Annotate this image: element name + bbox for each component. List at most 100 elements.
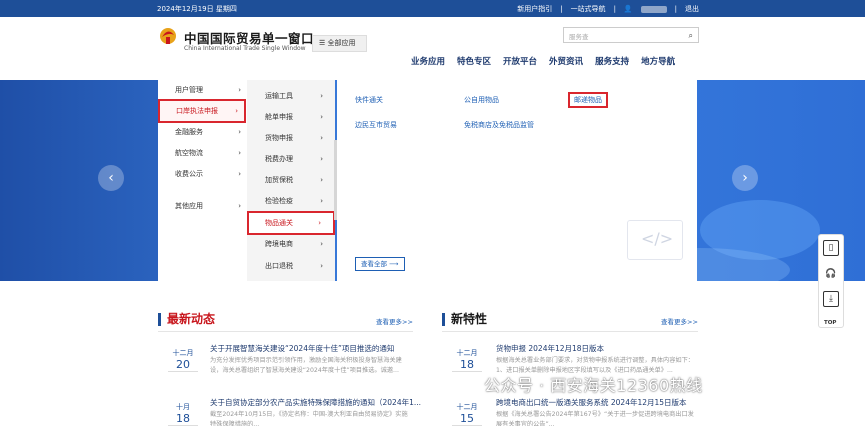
- menu-icon: ☰: [319, 39, 328, 47]
- view-all-label: 查看全部: [361, 260, 387, 268]
- menu-label: 其他应用: [175, 202, 203, 210]
- headset-icon[interactable]: 🎧: [823, 267, 839, 283]
- submenu-processing-trade[interactable]: 加贸保税 ›: [247, 171, 335, 189]
- menu-user-management[interactable]: 用户管理 ›: [164, 81, 247, 99]
- news-section-title: 最新动态: [158, 313, 215, 326]
- all-apps-label: 全部应用: [327, 39, 356, 47]
- menu-other-apps[interactable]: 其他应用 ›: [164, 197, 247, 215]
- chevron-right-icon: ›: [238, 86, 241, 94]
- banner-next-button[interactable]: ›: [732, 165, 758, 191]
- news-item-title[interactable]: 关于开展智慧海关建设“2024年度十佳”项目推选的通知: [210, 343, 394, 354]
- feature-date: 十二月 18: [452, 348, 482, 372]
- submenu-tax[interactable]: 税费办理 ›: [247, 150, 335, 168]
- features-section-title: 新特性: [442, 313, 487, 326]
- day: 18: [460, 358, 474, 371]
- search-icon[interactable]: ⌕: [689, 31, 693, 41]
- main-nav: 业务应用 特色专区 开放平台 外贸资讯 服务支持 地方导航: [411, 55, 675, 67]
- mobile-icon[interactable]: ▯: [823, 240, 839, 256]
- separator: |: [613, 5, 616, 13]
- submenu-label: 检验检疫: [265, 197, 293, 205]
- menu-label: 金融服务: [175, 128, 203, 136]
- menu-label: 用户管理: [175, 86, 203, 94]
- link-personal-articles[interactable]: 公自用物品: [464, 95, 499, 105]
- username-redacted[interactable]: [640, 5, 667, 13]
- news-item-summary: 截至2024年10月15日，《协定名称：中国-澳大利亚自由贸易协定》实施特殊保障…: [210, 411, 408, 426]
- submenu-goods-declaration[interactable]: 货物申报 ›: [247, 129, 335, 147]
- submenu-manifest[interactable]: 舱单申报 ›: [247, 108, 335, 126]
- feature-item-title[interactable]: 货物申报 2024年12月18日版本: [496, 343, 604, 354]
- nav-service-support[interactable]: 服务支持: [595, 55, 629, 67]
- view-all-button[interactable]: 查看全部 ⟶: [355, 257, 405, 271]
- submenu-cross-border-ecommerce[interactable]: 跨境电商 ›: [247, 235, 335, 253]
- separator: |: [674, 5, 677, 13]
- submenu-label: 出口退税: [265, 262, 293, 270]
- menu-fee-publicity[interactable]: 收费公示 ›: [164, 165, 247, 183]
- submenu-label: 加贸保税: [265, 176, 293, 184]
- submenu-transport[interactable]: 运输工具 ›: [247, 87, 335, 105]
- submenu-articles-clearance[interactable]: 物品通关 ›: [247, 211, 335, 235]
- nav-trade-news[interactable]: 外贸资讯: [549, 55, 583, 67]
- download-icon[interactable]: ⤓: [823, 291, 839, 307]
- nav-open-platform[interactable]: 开放平台: [503, 55, 537, 67]
- feature-item-summary: 根据《海关总署公告2024年第167号》“关于进一步促进跨境电商出口发展有关事宜…: [496, 411, 694, 426]
- menu-air-logistics[interactable]: 航空物流 ›: [164, 144, 247, 162]
- one-stop-nav-link[interactable]: 一站式导航: [571, 4, 606, 14]
- site-title-en: China International Trade Single Window: [184, 45, 306, 52]
- chevron-right-icon: ›: [320, 176, 323, 184]
- chevron-right-icon: ›: [238, 128, 241, 136]
- menu-financial-services[interactable]: 金融服务 ›: [164, 123, 247, 141]
- code-icon: </>: [627, 220, 683, 260]
- submenu-label: 物品通关: [265, 219, 293, 227]
- chevron-right-icon: ›: [320, 262, 323, 270]
- day: 15: [460, 412, 474, 425]
- banner-prev-button[interactable]: ‹: [98, 165, 124, 191]
- month: 十月: [176, 403, 190, 411]
- menu-label: 口岸执法申报: [176, 107, 218, 115]
- day: 20: [176, 358, 190, 371]
- chevron-right-icon: ›: [318, 219, 321, 227]
- submenu-label: 跨境电商: [265, 240, 293, 248]
- single-window-logo-icon[interactable]: [158, 24, 178, 46]
- features-more-link[interactable]: 查看更多>>: [661, 316, 698, 326]
- user-icon[interactable]: 👤: [624, 5, 633, 13]
- menu-level1: 用户管理 › 口岸执法申报 › 金融服务 › 航空物流 › 收费公示 › 其他应用 ›: [158, 80, 247, 281]
- submenu-label: 舱单申报: [265, 113, 293, 121]
- header: [0, 17, 865, 80]
- chevron-right-icon: ›: [238, 170, 241, 178]
- divider: [158, 331, 413, 332]
- submenu-inspection[interactable]: 检验检疫 ›: [247, 192, 335, 210]
- nav-business-apps[interactable]: 业务应用: [411, 55, 445, 67]
- menu-level2: 运输工具 › 舱单申报 › 货物申报 › 税费办理 › 加贸保税 › 检验检疫 › 物品通关…: [247, 80, 335, 281]
- divider: [442, 331, 698, 332]
- top-bar: 2024年12月19日 星期四 新用户指引 | 一站式导航 | 👤 | 退出: [0, 0, 865, 17]
- nav-local-nav[interactable]: 地方导航: [641, 55, 675, 67]
- submenu-label: 货物申报: [265, 134, 293, 142]
- link-border-trade[interactable]: 边民互市贸易: [355, 120, 397, 130]
- search-input[interactable]: 服务查 ⌕: [563, 27, 699, 43]
- chevron-right-icon: ›: [320, 134, 323, 142]
- chevron-right-icon: ›: [235, 107, 238, 115]
- search-placeholder: 服务查: [569, 33, 589, 41]
- news-item-title[interactable]: 关于自贸协定部分农产品实施特殊保障措施的通知（2024年1...: [210, 397, 421, 408]
- new-user-guide-link[interactable]: 新用户指引: [517, 4, 552, 14]
- menu-port-law-declaration[interactable]: 口岸执法申报 ›: [158, 99, 246, 123]
- menu-label: 航空物流: [175, 149, 203, 157]
- feature-item-title[interactable]: 跨境电商出口统一版通关服务系统 2024年12月15日版本: [496, 397, 687, 408]
- submenu-export-tax-refund[interactable]: 出口退税 ›: [247, 257, 335, 275]
- month: 十二月: [456, 403, 478, 411]
- all-apps-button[interactable]: ☰ 全部应用: [312, 35, 367, 52]
- menu-label: 收费公示: [175, 170, 203, 178]
- news-more-link[interactable]: 查看更多>>: [376, 316, 413, 326]
- link-postal-articles[interactable]: 邮递物品: [568, 92, 608, 108]
- link-express-clearance[interactable]: 快件通关: [355, 95, 383, 105]
- logout-link[interactable]: 退出: [685, 4, 699, 14]
- back-to-top-button[interactable]: TOP: [824, 320, 836, 326]
- arrow-right-icon: ⟶: [387, 260, 399, 268]
- current-date: 2024年12月19日 星期四: [157, 5, 237, 13]
- submenu-label: 税费办理: [265, 155, 293, 163]
- chevron-right-icon: ›: [320, 240, 323, 248]
- nav-special-zone[interactable]: 特色专区: [457, 55, 491, 67]
- month: 十二月: [456, 349, 478, 357]
- link-duty-free[interactable]: 免税商店及免税品监管: [464, 120, 534, 130]
- day: 18: [176, 412, 190, 425]
